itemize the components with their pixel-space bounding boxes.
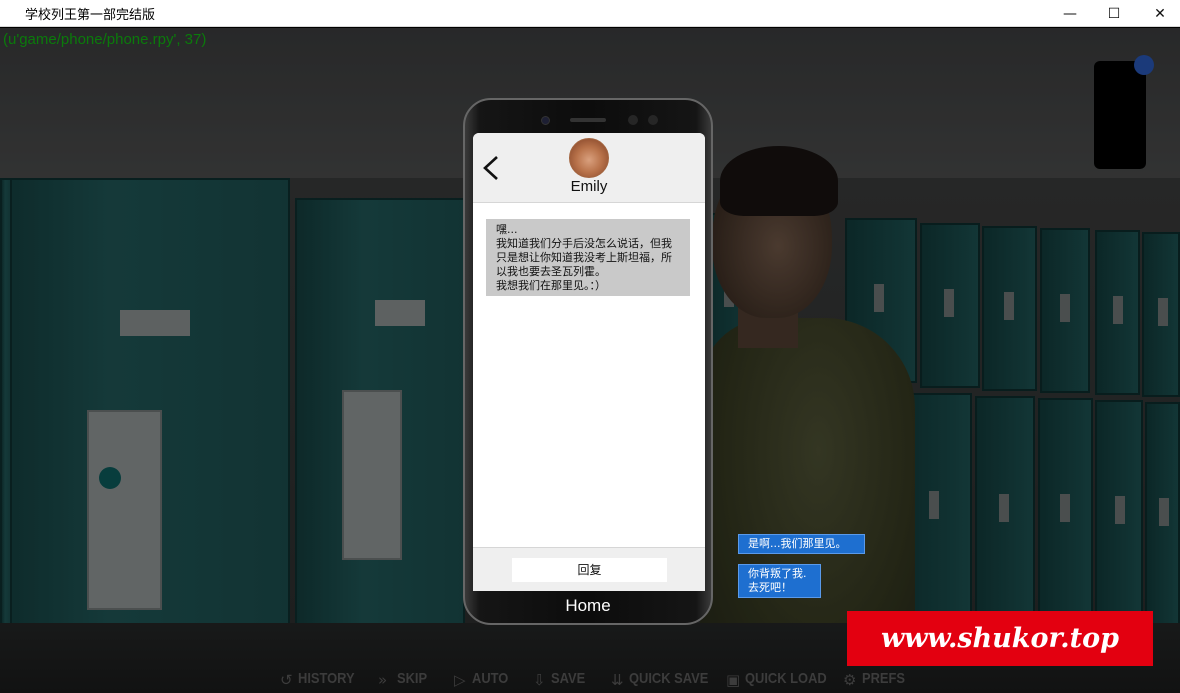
game-scene: (u'game/phone/phone.rpy', 37) Emily 嘿...… xyxy=(0,28,1180,693)
quick-menu-save[interactable]: SAVE xyxy=(551,670,585,687)
choice-button[interactable]: 是啊...我们那里见。 xyxy=(738,534,865,554)
contact-name: Emily xyxy=(570,178,608,195)
phone-screen: Emily 嘿... 我知道我们分手后没怎么说话，但我只是想让你知道我没考上斯坦… xyxy=(473,133,705,591)
quick-menu-quick-save[interactable]: QUICK SAVE xyxy=(629,670,708,687)
phone-sensor xyxy=(648,115,658,125)
phone-sensor xyxy=(628,115,638,125)
window-title: 学校列王第一部完结版 xyxy=(25,8,156,23)
close-icon: ✕ xyxy=(1154,5,1166,22)
quick-menu-auto[interactable]: AUTO xyxy=(472,670,508,687)
message-bubble: 嘿... 我知道我们分手后没怎么说话，但我只是想让你知道我没考上斯坦福，所以我也… xyxy=(486,219,690,296)
phone-device: Emily 嘿... 我知道我们分手后没怎么说话，但我只是想让你知道我没考上斯坦… xyxy=(463,98,713,625)
quick-save-icon: ⇊ xyxy=(611,671,624,689)
quick-menu-skip[interactable]: SKIP xyxy=(397,670,427,687)
prefs-icon: ⚙ xyxy=(843,671,857,689)
phone-speaker xyxy=(570,118,606,122)
quick-menu-quick-load[interactable]: QUICK LOAD xyxy=(745,670,827,687)
minimize-button[interactable]: — xyxy=(1047,0,1093,27)
save-icon: ⇩ xyxy=(533,671,546,689)
minimize-icon: — xyxy=(1063,5,1077,22)
quick-menu: ↺ HISTORY » SKIP ▷ AUTO ⇩ SAVE ⇊ QUICK S… xyxy=(0,668,1180,693)
maximize-icon: ☐ xyxy=(1107,5,1121,22)
auto-icon: ▷ xyxy=(454,671,466,689)
window-titlebar: 学校列王第一部完结版 — ☐ ✕ xyxy=(0,0,1180,27)
front-camera xyxy=(541,116,550,125)
chat-footer: 回复 xyxy=(473,547,705,591)
maximize-button[interactable]: ☐ xyxy=(1091,0,1137,27)
notification-dot xyxy=(1134,55,1154,75)
home-button[interactable]: Home xyxy=(465,596,711,616)
choice-button[interactable]: 你背叛了我. 去死吧！ xyxy=(738,564,821,598)
quick-menu-prefs[interactable]: PREFS xyxy=(862,670,905,687)
skip-icon: » xyxy=(378,671,388,689)
quick-load-icon: ▣ xyxy=(726,671,741,689)
history-icon: ↺ xyxy=(280,671,293,689)
contact-avatar xyxy=(569,138,609,178)
mini-phone-widget[interactable] xyxy=(1094,61,1146,169)
close-button[interactable]: ✕ xyxy=(1137,0,1180,27)
reply-button[interactable]: 回复 xyxy=(512,558,667,582)
quick-menu-history[interactable]: HISTORY xyxy=(298,670,355,687)
watermark-banner: www.shukor.top xyxy=(847,611,1153,666)
debug-location-text: (u'game/phone/phone.rpy', 37) xyxy=(3,31,207,48)
chat-header: Emily xyxy=(473,133,705,203)
